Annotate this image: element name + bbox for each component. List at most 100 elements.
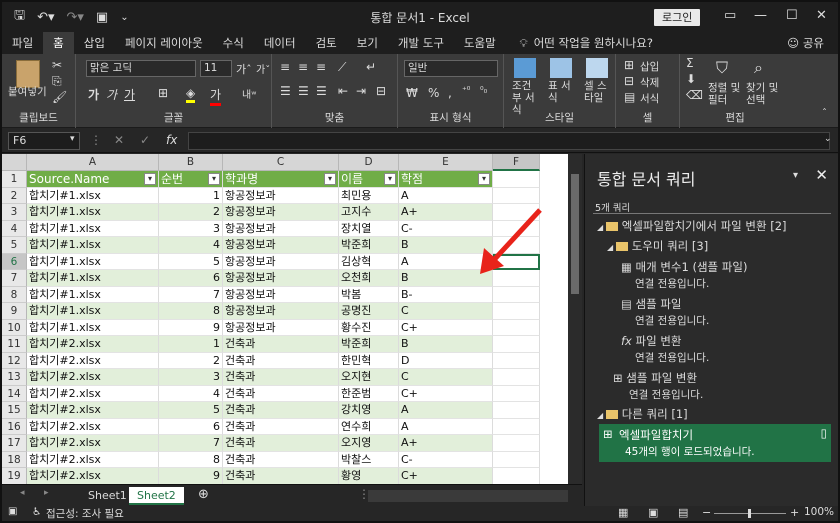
table-cell[interactable]: 항공정보과	[223, 303, 339, 320]
table-cell[interactable]: 합치기#2.xlsx	[27, 451, 159, 468]
table-cell[interactable]: 합치기#2.xlsx	[27, 402, 159, 419]
row-header[interactable]: 3	[2, 204, 27, 221]
row-header[interactable]: 18	[2, 451, 27, 468]
table-cell[interactable]: C-	[399, 451, 493, 468]
table-cell[interactable]: 한민혁	[339, 352, 399, 369]
row-header[interactable]: 17	[2, 435, 27, 452]
prev-sheet-icon[interactable]: ◂	[20, 488, 25, 498]
row-header[interactable]: 8	[2, 286, 27, 303]
currency-icon[interactable]: ₩	[406, 86, 418, 100]
table-cell[interactable]: C+	[399, 319, 493, 336]
table-cell[interactable]: 합치기#2.xlsx	[27, 336, 159, 353]
column-header-e[interactable]: E	[399, 154, 493, 171]
table-cell[interactable]: 3	[159, 369, 223, 386]
next-sheet-icon[interactable]: ▸	[44, 488, 49, 498]
table-cell[interactable]: 합치기#2.xlsx	[27, 369, 159, 386]
table-cell[interactable]: 항공정보과	[223, 253, 339, 270]
table-cell[interactable]: 오지현	[339, 369, 399, 386]
table-cell[interactable]: 공명진	[339, 303, 399, 320]
table-cell[interactable]: 건축과	[223, 451, 339, 468]
minimize-icon[interactable]: —	[754, 8, 767, 23]
table-cell[interactable]: 한준범	[339, 385, 399, 402]
align-top-icon[interactable]: ≡	[280, 60, 290, 74]
page-layout-view-icon[interactable]: ▣	[648, 506, 658, 519]
table-cell[interactable]: 6	[159, 418, 223, 435]
close-pane-icon[interactable]: ✕	[815, 166, 828, 184]
orientation-icon[interactable]: ⟋	[338, 60, 346, 75]
table-cell[interactable]: 합치기#1.xlsx	[27, 187, 159, 204]
empty-cell[interactable]	[493, 385, 540, 402]
fill-icon[interactable]: ⬇	[686, 72, 696, 86]
table-cell[interactable]: 합치기#1.xlsx	[27, 253, 159, 270]
zoom-level[interactable]: 100%	[804, 506, 834, 518]
bold-icon[interactable]: 가	[88, 86, 99, 103]
column-header-f[interactable]: F	[493, 154, 540, 171]
conditional-format-icon[interactable]	[514, 58, 536, 78]
add-sheet-icon[interactable]: ⊕	[198, 487, 209, 502]
table-cell[interactable]: 8	[159, 303, 223, 320]
empty-cell[interactable]	[493, 336, 540, 353]
sheet-tab-sheet1[interactable]: Sheet1	[80, 487, 135, 505]
pane-options-icon[interactable]: ▾	[793, 170, 798, 181]
empty-cell[interactable]	[493, 369, 540, 386]
empty-cell[interactable]	[493, 171, 540, 188]
empty-cell[interactable]	[493, 418, 540, 435]
table-cell[interactable]: A	[399, 402, 493, 419]
table-cell[interactable]: 합치기#1.xlsx	[27, 220, 159, 237]
zoom-in-icon[interactable]: +	[790, 506, 799, 519]
table-format-button[interactable]: 표 서식	[548, 80, 576, 104]
normal-view-icon[interactable]: ▦	[618, 506, 628, 519]
row-header[interactable]: 11	[2, 336, 27, 353]
collapse-triangle-icon[interactable]: ◢	[597, 411, 606, 420]
selected-query[interactable]: ⊞ 엑셀파일합치기 45개의 행이 로드되었습니다. ▯	[599, 424, 831, 462]
row-header[interactable]: 4	[2, 220, 27, 237]
empty-cell[interactable]	[493, 435, 540, 452]
name-box-dropdown-icon[interactable]: ▾	[70, 134, 75, 144]
table-header-cell[interactable]: Source.Name ▾	[27, 171, 159, 188]
column-header-a[interactable]: A	[27, 154, 159, 171]
filter-dropdown-icon[interactable]: ▾	[384, 173, 396, 185]
empty-cell[interactable]	[493, 319, 540, 336]
empty-cell[interactable]	[493, 352, 540, 369]
expand-formula-icon[interactable]: ⌄	[824, 134, 832, 144]
row-header[interactable]: 6	[2, 253, 27, 270]
login-button[interactable]: 로그인	[654, 9, 701, 26]
table-cell[interactable]: 1	[159, 187, 223, 204]
table-cell[interactable]: 합치기#2.xlsx	[27, 435, 159, 452]
table-cell[interactable]: 합치기#2.xlsx	[27, 418, 159, 435]
table-cell[interactable]: 항공정보과	[223, 204, 339, 221]
table-cell[interactable]: 건축과	[223, 435, 339, 452]
table-cell[interactable]: 김상혁	[339, 253, 399, 270]
table-cell[interactable]: 최민용	[339, 187, 399, 204]
number-format-dropdown[interactable]: 일반	[404, 60, 498, 77]
shrink-font-icon[interactable]: 가ˇ	[256, 61, 270, 76]
merge-icon[interactable]: ⊟	[376, 84, 386, 98]
table-cell[interactable]: 2	[159, 352, 223, 369]
query-item[interactable]: ▦ 매개 변수1 (샘플 파일)	[621, 259, 747, 275]
table-cell[interactable]: 고지수	[339, 204, 399, 221]
format-cells-icon[interactable]: ▤	[624, 90, 635, 104]
table-cell[interactable]: 합치기#1.xlsx	[27, 204, 159, 221]
column-header-b[interactable]: B	[159, 154, 223, 171]
query-item[interactable]: ⊞ 샘플 파일 변환	[613, 370, 697, 386]
row-header[interactable]: 14	[2, 385, 27, 402]
table-cell[interactable]: 항공정보과	[223, 220, 339, 237]
empty-cell[interactable]	[493, 402, 540, 419]
table-cell[interactable]: 항공정보과	[223, 286, 339, 303]
decrease-decimal-icon[interactable]: ⁰₀	[480, 86, 487, 96]
table-cell[interactable]: 건축과	[223, 352, 339, 369]
delete-cells-icon[interactable]: ⊟	[624, 74, 634, 88]
accessibility-status[interactable]: 접근성: 조사 필요	[46, 506, 124, 521]
tab-data[interactable]: 데이터	[254, 32, 306, 54]
close-icon[interactable]: ✕	[816, 8, 827, 23]
align-middle-icon[interactable]: ≡	[298, 60, 308, 74]
query-group-helpers[interactable]: ◢ 도우미 쿼리 [3]	[607, 238, 708, 254]
format-cells-button[interactable]: 서식	[640, 91, 659, 106]
table-cell[interactable]: 항공정보과	[223, 187, 339, 204]
increase-decimal-icon[interactable]: ⁺⁰	[462, 86, 470, 96]
page-break-view-icon[interactable]: ▤	[678, 506, 688, 519]
table-cell[interactable]: 9	[159, 319, 223, 336]
align-bottom-icon[interactable]: ≡	[316, 60, 326, 74]
font-name-dropdown[interactable]: 맑은 고딕	[86, 60, 196, 77]
table-cell[interactable]: 5	[159, 253, 223, 270]
